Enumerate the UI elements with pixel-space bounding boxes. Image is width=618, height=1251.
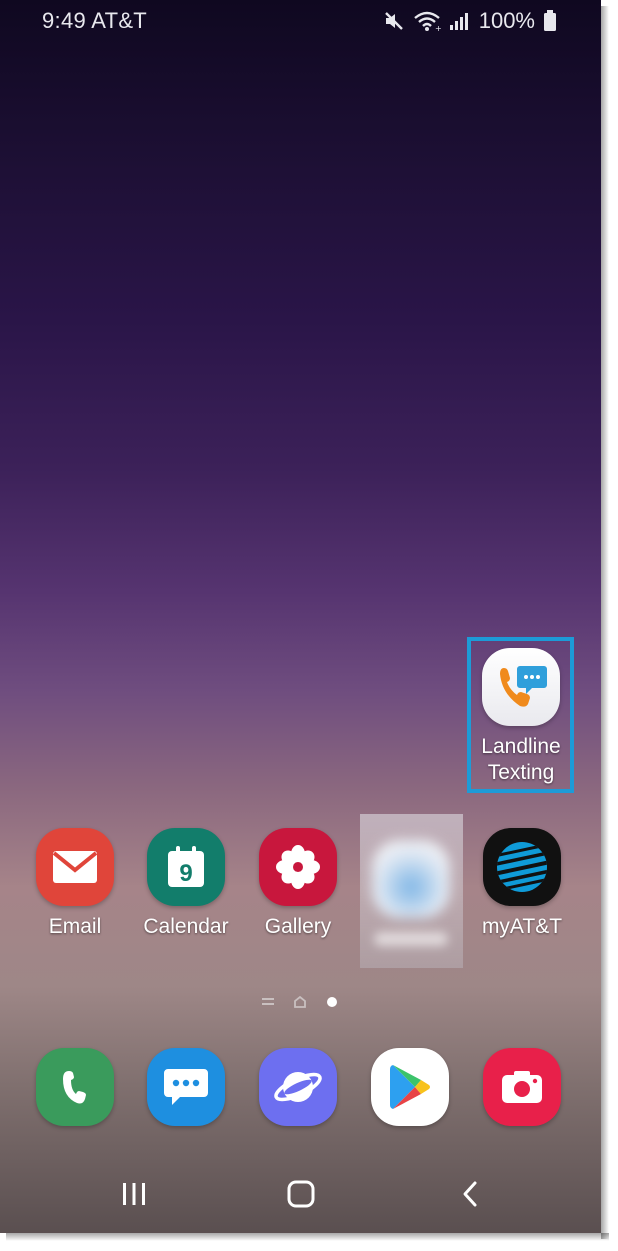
messages-icon bbox=[147, 1048, 225, 1126]
app-label: Calendar bbox=[143, 915, 229, 938]
status-bar-time: 9:49 AT&T bbox=[42, 8, 147, 34]
wifi-icon: + bbox=[413, 11, 441, 32]
status-bar-icons: + 100% bbox=[383, 8, 557, 34]
email-icon bbox=[36, 828, 114, 906]
active-page-dot[interactable] bbox=[326, 996, 338, 1008]
app-calendar[interactable]: 9 Calendar bbox=[131, 828, 241, 940]
frame-shadow-right bbox=[601, 6, 609, 1239]
camera-icon bbox=[483, 1048, 561, 1126]
app-label: myAT&T bbox=[481, 915, 563, 938]
internet-icon bbox=[259, 1048, 337, 1126]
page-indicators bbox=[262, 996, 338, 1008]
blurred-app-label bbox=[374, 932, 448, 946]
blurred-app-icon bbox=[372, 840, 450, 918]
carrier-name: AT&T bbox=[91, 8, 148, 33]
frame-shadow-bottom bbox=[6, 1233, 609, 1241]
app-gallery[interactable]: Gallery bbox=[243, 828, 353, 940]
gallery-icon bbox=[259, 828, 337, 906]
signal-icon bbox=[449, 13, 468, 30]
mute-icon bbox=[384, 12, 403, 30]
dock-phone[interactable] bbox=[20, 1048, 130, 1126]
dock-camera[interactable] bbox=[467, 1048, 577, 1126]
home-screen: 9:49 AT&T + 100% Landline Texting Email … bbox=[0, 0, 601, 1233]
calendar-icon: 9 bbox=[147, 828, 225, 906]
app-email[interactable]: Email bbox=[20, 828, 130, 940]
home-indicator[interactable] bbox=[294, 996, 306, 1008]
battery-percent: 100% bbox=[478, 8, 535, 33]
clock: 9:49 bbox=[42, 8, 87, 33]
battery-icon bbox=[544, 10, 556, 31]
calendar-day: 9 bbox=[179, 860, 192, 887]
dock-play-store[interactable] bbox=[355, 1048, 465, 1126]
highlight-box bbox=[467, 637, 574, 793]
dock-messages[interactable] bbox=[131, 1048, 241, 1126]
app-myatt[interactable]: myAT&T bbox=[467, 828, 577, 940]
app-label: Gallery bbox=[264, 915, 332, 938]
recents-button[interactable] bbox=[121, 1180, 147, 1208]
phone-icon bbox=[36, 1048, 114, 1126]
home-button[interactable] bbox=[286, 1180, 316, 1208]
svg-text:+: + bbox=[435, 24, 441, 32]
navigation-bar bbox=[0, 1150, 601, 1233]
app-label: Email bbox=[48, 915, 102, 938]
list-indicator[interactable] bbox=[262, 997, 274, 1007]
play-store-icon bbox=[371, 1048, 449, 1126]
blurred-app[interactable] bbox=[360, 814, 463, 968]
back-button[interactable] bbox=[460, 1180, 480, 1208]
dock-internet[interactable] bbox=[243, 1048, 353, 1126]
att-icon bbox=[483, 828, 561, 906]
